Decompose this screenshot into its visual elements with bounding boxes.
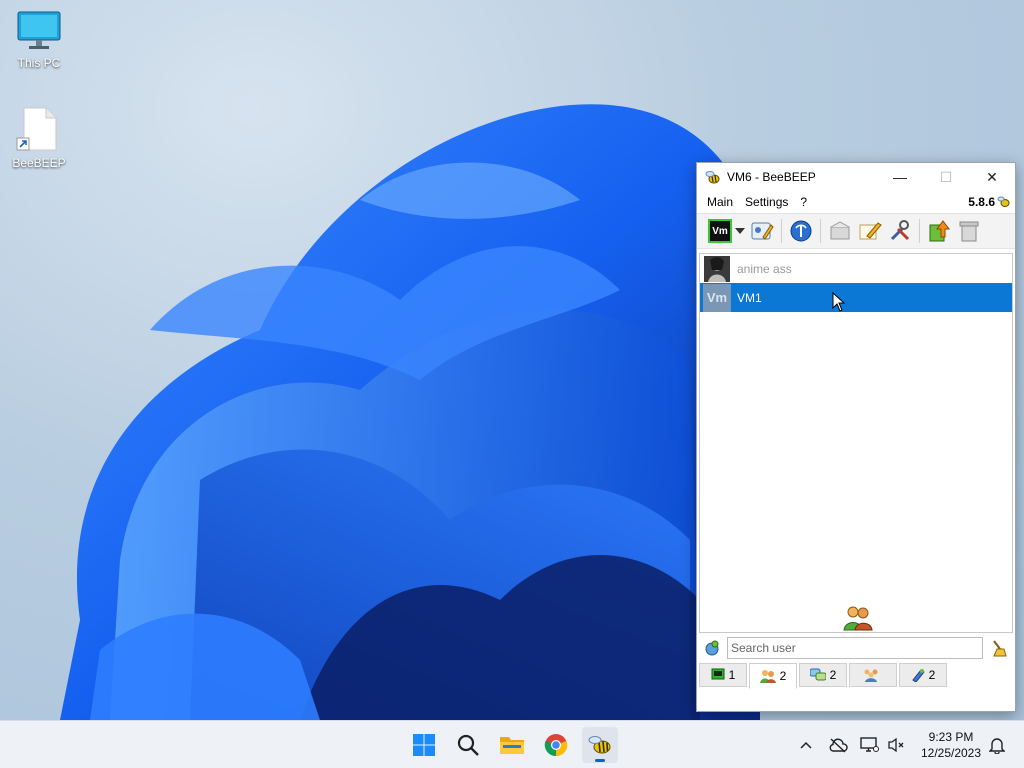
users-watermark-icon [843, 606, 873, 631]
search-icon [457, 734, 479, 756]
menu-main[interactable]: Main [701, 195, 739, 209]
file-explorer-button[interactable] [494, 727, 530, 763]
chats-icon [809, 668, 826, 681]
bee-app-icon [588, 736, 611, 754]
user-name: VM1 [737, 290, 762, 305]
cloud-offline-icon [829, 738, 848, 753]
beebeep-window: VM6 - BeeBEEP — ☐ ✕ Main Settings ? 5.8.… [696, 162, 1016, 712]
chrome-icon [544, 734, 568, 757]
beebeep-label: BeeBEEP [12, 156, 66, 170]
monitor-network-icon [860, 737, 879, 752]
clock-time: 9:23 PM [928, 730, 974, 744]
volume-button[interactable] [886, 729, 908, 761]
search-row [699, 635, 1013, 661]
broadcast-message-button[interactable] [825, 216, 855, 246]
menu-settings[interactable]: Settings [739, 195, 794, 209]
windows-logo-icon [413, 734, 435, 756]
chrome-button[interactable] [538, 727, 574, 763]
system-clock[interactable]: 9:23 PM 12/25/2023 [914, 729, 988, 761]
user-photo-icon [704, 255, 730, 282]
bell-icon [989, 738, 1005, 754]
monitor-icon [17, 11, 61, 49]
notifications-button[interactable] [986, 729, 1008, 761]
minimize-button[interactable]: — [877, 163, 923, 191]
search-input[interactable] [727, 637, 983, 659]
toolbar-separator [820, 219, 821, 243]
beebeep-desktop-icon[interactable]: BeeBEEP [4, 106, 74, 170]
version-label: 5.8.6 [968, 195, 1015, 209]
chat-icon [711, 668, 725, 680]
clock-date: 12/25/2023 [920, 746, 982, 760]
menu-help[interactable]: ? [794, 195, 813, 209]
user-name: anime ass [737, 261, 792, 276]
update-button[interactable] [924, 216, 954, 246]
tab-conversations[interactable]: 2 [799, 663, 847, 687]
mouse-cursor-icon [832, 291, 845, 312]
profile-status-button[interactable]: Vm [705, 216, 735, 246]
profile-avatar: Vm [708, 219, 732, 243]
chevron-up-icon [800, 741, 812, 749]
maximize-button[interactable]: ☐ [923, 163, 969, 191]
start-button[interactable] [406, 727, 442, 763]
user-initials-avatar: Vm [703, 283, 731, 312]
user-list: anime ass Vm VM1 [699, 253, 1013, 633]
tools-icon [890, 220, 910, 241]
menu-bar: Main Settings ? 5.8.6 [697, 191, 1015, 213]
antenna-icon [790, 220, 812, 242]
beebeep-taskbar-button[interactable] [582, 727, 618, 763]
window-title: VM6 - BeeBEEP [727, 170, 816, 184]
folder-icon [500, 737, 524, 754]
tab-count: 2 [928, 668, 936, 682]
users-icon [759, 670, 776, 683]
toolbar-separator [919, 219, 920, 243]
status-gear-icon[interactable] [703, 639, 721, 657]
this-pc-desktop-icon[interactable]: This PC [4, 10, 74, 70]
user-photo-avatar [703, 255, 731, 283]
this-pc-label: This PC [17, 56, 61, 70]
network-button[interactable] [786, 216, 816, 246]
pencil-note-icon [859, 222, 882, 240]
list-item[interactable]: anime ass [700, 254, 1012, 283]
tab-groups[interactable] [849, 663, 897, 687]
list-item[interactable]: Vm VM1 [700, 283, 1012, 312]
bee-version-icon [997, 196, 1010, 207]
tab-plugins[interactable]: 2 [899, 663, 947, 687]
tab-count: 1 [728, 668, 736, 682]
trash-icon [959, 221, 979, 242]
file-shortcut-icon [16, 107, 57, 151]
tab-users[interactable]: 2 [749, 663, 797, 689]
taskbar: 9:23 PM 12/25/2023 [0, 720, 1024, 768]
toolbar-separator [781, 219, 782, 243]
bee-app-icon [705, 171, 720, 184]
upload-arrow-icon [929, 220, 950, 242]
clear-button[interactable] [954, 216, 984, 246]
title-bar[interactable]: VM6 - BeeBEEP — ☐ ✕ [697, 163, 1015, 191]
plugin-icon [911, 669, 925, 682]
envelope-icon [830, 221, 850, 240]
tab-count: 2 [779, 669, 787, 683]
bottom-tabs: 1 2 2 2 [699, 663, 1013, 689]
vcard-edit-icon [751, 222, 774, 240]
speaker-muted-icon [888, 737, 904, 753]
tab-chats[interactable]: 1 [699, 663, 747, 687]
status-dropdown-arrow[interactable] [735, 228, 747, 234]
groups-icon [864, 669, 878, 682]
tab-count: 2 [829, 668, 837, 682]
network-tray-button[interactable] [858, 729, 882, 761]
close-button[interactable]: ✕ [969, 163, 1015, 191]
write-note-button[interactable] [855, 216, 885, 246]
onedrive-button[interactable] [826, 729, 850, 761]
version-text: 5.8.6 [968, 195, 995, 209]
chevron-down-icon [735, 228, 745, 234]
show-hidden-icons-button[interactable] [796, 729, 816, 761]
edit-profile-button[interactable] [747, 216, 777, 246]
broom-clear-icon[interactable] [989, 639, 1007, 657]
search-button[interactable] [450, 727, 486, 763]
tools-button[interactable] [885, 216, 915, 246]
toolbar: Vm [697, 213, 1015, 249]
